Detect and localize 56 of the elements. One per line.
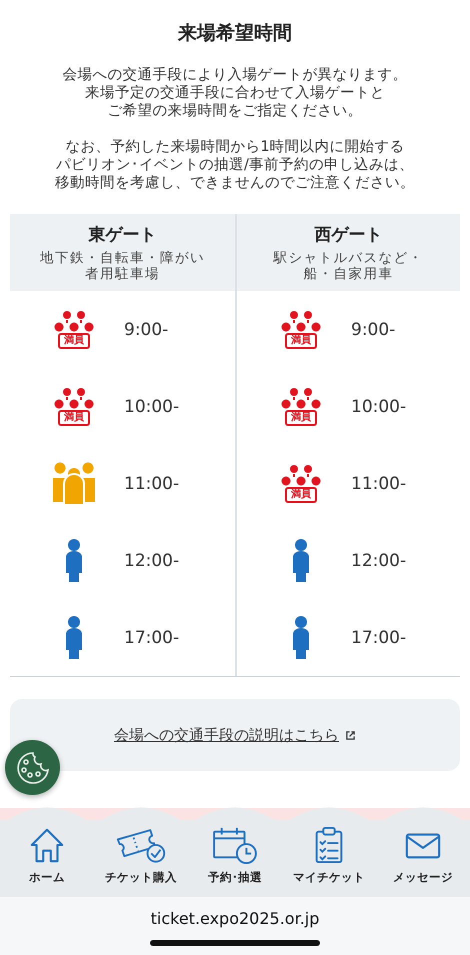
slot-time: 11:00-: [124, 474, 180, 494]
nav-tab[interactable]: 予約･抽選: [188, 820, 282, 897]
slot-time: 17:00-: [351, 628, 406, 648]
crowd-icon: [52, 310, 96, 334]
slot-time: 10:00-: [124, 396, 180, 416]
gate-transport-text: 者用駐車場: [85, 266, 160, 282]
notice-text: パビリオン･イベントの抽選/事前予約の申し込みは、: [56, 156, 414, 174]
crowd-icon: [279, 464, 323, 488]
full-badge: 満員: [58, 332, 90, 348]
time-slot[interactable]: 満員 9:00-: [10, 291, 235, 368]
home-icon: [28, 826, 66, 864]
nav-tab[interactable]: マイチケット: [282, 820, 376, 897]
slot-time: 10:00-: [351, 396, 406, 416]
notice-text: なお、予約した来場時間から1時間以内に開始する: [65, 138, 405, 156]
intro-text: 会場への交通手段により入場ゲートが異なります。: [62, 66, 408, 84]
intro-text: 来場予定の交通手段に合わせて入場ゲートと: [85, 84, 385, 102]
slot-time: 12:00-: [351, 550, 406, 570]
gate-transport-text: 駅シャトルバスなど・: [274, 250, 424, 266]
gate-name: 西ゲート: [314, 224, 382, 246]
time-slot[interactable]: 17:00-: [10, 599, 235, 676]
cookie-icon: [14, 750, 50, 786]
crowd-icon: [52, 462, 96, 506]
slot-time: 9:00-: [351, 320, 396, 340]
nav-tab[interactable]: チケット購入: [94, 820, 188, 897]
slot-time: 11:00-: [351, 474, 406, 494]
page-title: 来場希望時間: [178, 21, 292, 46]
crowd-icon: [279, 388, 323, 412]
slot-time: 12:00-: [124, 550, 180, 570]
time-slot[interactable]: 12:00-: [10, 522, 235, 599]
external-link-icon: [345, 730, 356, 740]
intro-text: ご希望の来場時間をご指定ください。: [108, 102, 362, 120]
time-slot[interactable]: 12:00-: [237, 522, 460, 599]
nav-tab[interactable]: メッセージ: [376, 820, 470, 897]
ticket-check-icon: [115, 826, 167, 864]
full-badge: 満員: [58, 410, 90, 426]
notice-text: 移動時間を考慮し、できませんのでご注意ください。: [55, 174, 415, 192]
gate-name: 東ゲート: [88, 224, 156, 246]
slot-time: 17:00-: [124, 628, 180, 648]
time-slot[interactable]: 満員 10:00-: [10, 368, 235, 445]
time-slot[interactable]: 満員 10:00-: [237, 368, 460, 445]
cookie-button[interactable]: [5, 740, 60, 795]
slot-time: 9:00-: [124, 320, 168, 340]
transport-link[interactable]: 会場への交通手段の説明はこちら: [114, 726, 339, 744]
url-text: ticket.expo2025.or.jp: [150, 909, 320, 928]
crowd-icon: [279, 310, 323, 334]
full-badge: 満員: [285, 332, 317, 348]
full-badge: 満員: [285, 410, 317, 426]
gate-transport-text: 地下鉄・自転車・障がい: [40, 250, 205, 266]
time-slot[interactable]: 11:00-: [10, 445, 235, 522]
time-slot[interactable]: 17:00-: [237, 599, 460, 676]
nav-tab[interactable]: ホーム: [0, 820, 94, 897]
time-slot[interactable]: 満員 9:00-: [237, 291, 460, 368]
time-slot[interactable]: 満員 11:00-: [237, 445, 460, 522]
crowd-icon: [52, 388, 96, 412]
full-badge: 満員: [285, 486, 317, 502]
gate-transport-text: 船・自家用車: [304, 266, 394, 282]
